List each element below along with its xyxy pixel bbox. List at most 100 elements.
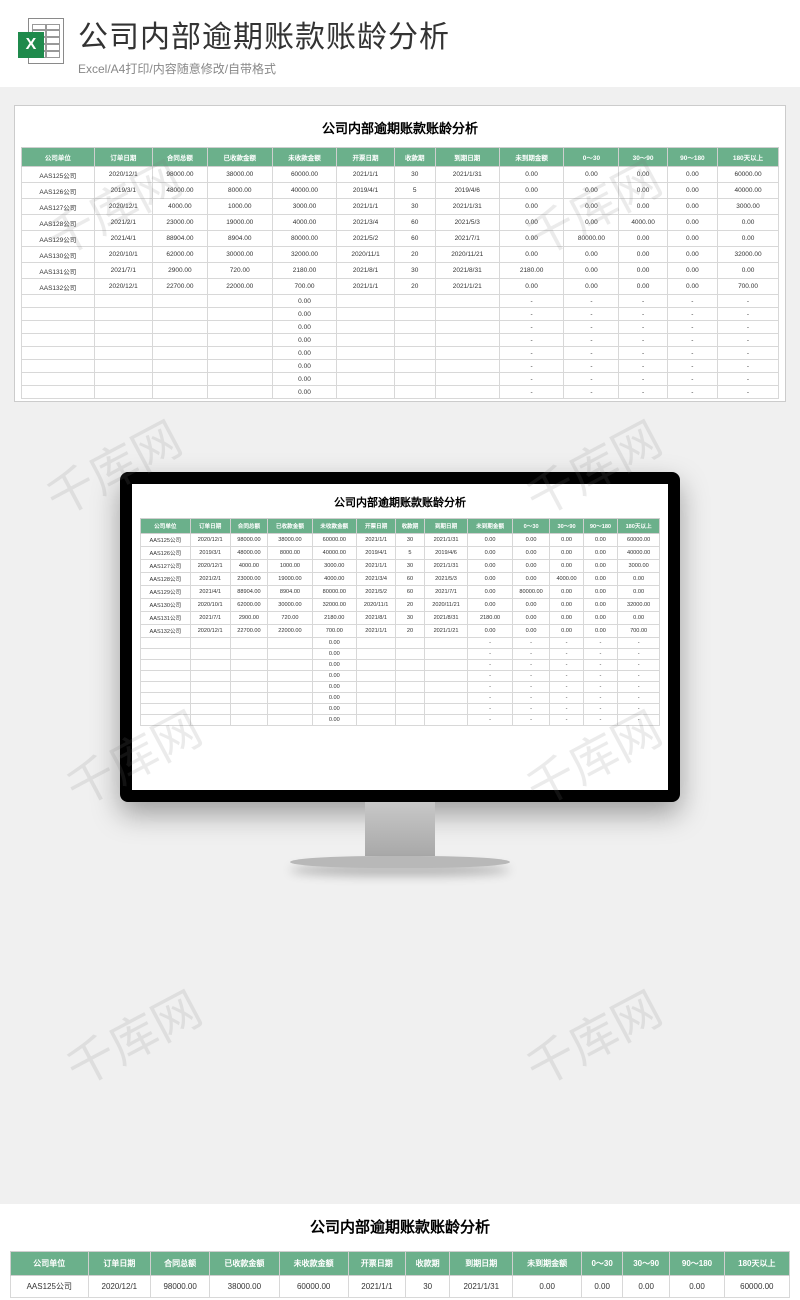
column-header: 订单日期 [88, 1252, 151, 1276]
column-header: 90～180 [583, 519, 618, 534]
table-cell: 2021/7/1 [435, 231, 499, 247]
table-cell: 20 [396, 625, 424, 638]
table-cell: 2020/11/21 [424, 599, 468, 612]
column-header: 已收款金额 [207, 148, 272, 167]
table-cell: - [618, 715, 660, 726]
table-cell: 0.00 [499, 199, 564, 215]
table-cell: 3000.00 [718, 199, 779, 215]
table-cell [356, 704, 395, 715]
table-cell: 60000.00 [618, 534, 660, 547]
column-header: 已收款金额 [268, 519, 312, 534]
table-row: AAS125公司2020/12/198000.0038000.0060000.0… [22, 167, 779, 183]
table-cell [230, 682, 268, 693]
table-cell [337, 360, 394, 373]
table-cell [190, 671, 230, 682]
column-header: 未收款金额 [279, 1252, 348, 1276]
table-cell: 4000.00 [619, 215, 667, 231]
table-cell: - [718, 308, 779, 321]
table-cell: - [583, 693, 618, 704]
table-cell [230, 693, 268, 704]
column-header: 到期日期 [435, 148, 499, 167]
table-cell: 2020/12/1 [94, 279, 152, 295]
page-title: 公司内部逾期账款账龄分析 [78, 12, 450, 56]
table-cell: 0.00 [512, 560, 550, 573]
table-cell: AAS125公司 [141, 534, 191, 547]
table-cell: 2021/5/3 [435, 215, 499, 231]
table-cell [394, 386, 435, 399]
table-cell [190, 638, 230, 649]
column-header: 订单日期 [94, 148, 152, 167]
table-cell [424, 671, 468, 682]
table-cell: 0.00 [499, 215, 564, 231]
table-cell: 0.00 [499, 167, 564, 183]
table-cell: 22700.00 [230, 625, 268, 638]
table-cell [394, 308, 435, 321]
bottom-strip-preview: 公司内部逾期账款账龄分析 公司单位订单日期合同总额已收款金额未收款金额开票日期收… [0, 1204, 800, 1300]
column-header: 未收款金额 [272, 148, 337, 167]
table-cell: 2021/7/1 [94, 263, 152, 279]
table-row: AAS129公司2021/4/188904.008904.0080000.002… [22, 231, 779, 247]
table-cell: 2021/2/1 [94, 215, 152, 231]
table-cell [424, 715, 468, 726]
table-cell: 0.00 [550, 534, 583, 547]
column-header: 30～90 [622, 1252, 669, 1276]
table-cell [268, 638, 312, 649]
table-cell: - [583, 671, 618, 682]
table-cell: AAS132公司 [141, 625, 191, 638]
table-cell: - [583, 682, 618, 693]
table-row: AAS126公司2019/3/148000.008000.0040000.002… [141, 547, 660, 560]
table-cell: 0.00 [312, 660, 356, 671]
table-cell: 2020/12/1 [94, 167, 152, 183]
table-cell [207, 308, 272, 321]
table-cell: - [512, 649, 550, 660]
table-cell: 2021/1/1 [356, 534, 395, 547]
table-cell: 2019/4/1 [337, 183, 394, 199]
table-cell: 48000.00 [152, 183, 207, 199]
table-cell [268, 715, 312, 726]
table-cell: 0.00 [272, 334, 337, 347]
table-cell: - [550, 671, 583, 682]
table-cell: 0.00 [468, 560, 512, 573]
table-cell [230, 715, 268, 726]
table-cell: 80000.00 [312, 586, 356, 599]
column-header: 到期日期 [450, 1252, 513, 1276]
table-cell: 2021/4/1 [94, 231, 152, 247]
table-cell: - [667, 386, 717, 399]
table-cell: AAS128公司 [141, 573, 191, 586]
table-cell: - [667, 373, 717, 386]
table-cell: AAS125公司 [11, 1276, 89, 1298]
table-cell: 0.00 [499, 231, 564, 247]
table-cell [424, 693, 468, 704]
table-cell: 5 [396, 547, 424, 560]
table-cell: - [619, 295, 667, 308]
table-cell [230, 638, 268, 649]
table-cell: 80000.00 [272, 231, 337, 247]
table-cell: 0.00 [512, 547, 550, 560]
table-cell: - [718, 386, 779, 399]
table-cell: 2021/5/2 [337, 231, 394, 247]
table-cell: 2021/1/1 [348, 1276, 405, 1298]
column-header: 收款期 [396, 519, 424, 534]
table-row: AAS132公司2020/12/122700.0022000.00700.002… [22, 279, 779, 295]
table-cell: AAS129公司 [22, 231, 95, 247]
table-cell: - [468, 671, 512, 682]
table-cell: 0.00 [468, 547, 512, 560]
table-cell: - [499, 347, 564, 360]
table-cell: - [667, 334, 717, 347]
column-header: 开票日期 [356, 519, 395, 534]
table-cell: - [512, 660, 550, 671]
table-cell: - [512, 693, 550, 704]
table-cell: 700.00 [718, 279, 779, 295]
table-cell: 0.00 [312, 682, 356, 693]
table-cell: 2020/10/1 [190, 599, 230, 612]
table-cell [435, 360, 499, 373]
table-cell: - [550, 660, 583, 671]
column-header: 未到期金额 [468, 519, 512, 534]
table-cell: 3000.00 [312, 560, 356, 573]
table-cell [435, 308, 499, 321]
table-cell: - [618, 693, 660, 704]
table-cell: 40000.00 [272, 183, 337, 199]
table-cell: 0.00 [312, 649, 356, 660]
table-cell: 32000.00 [718, 247, 779, 263]
table-cell [394, 347, 435, 360]
